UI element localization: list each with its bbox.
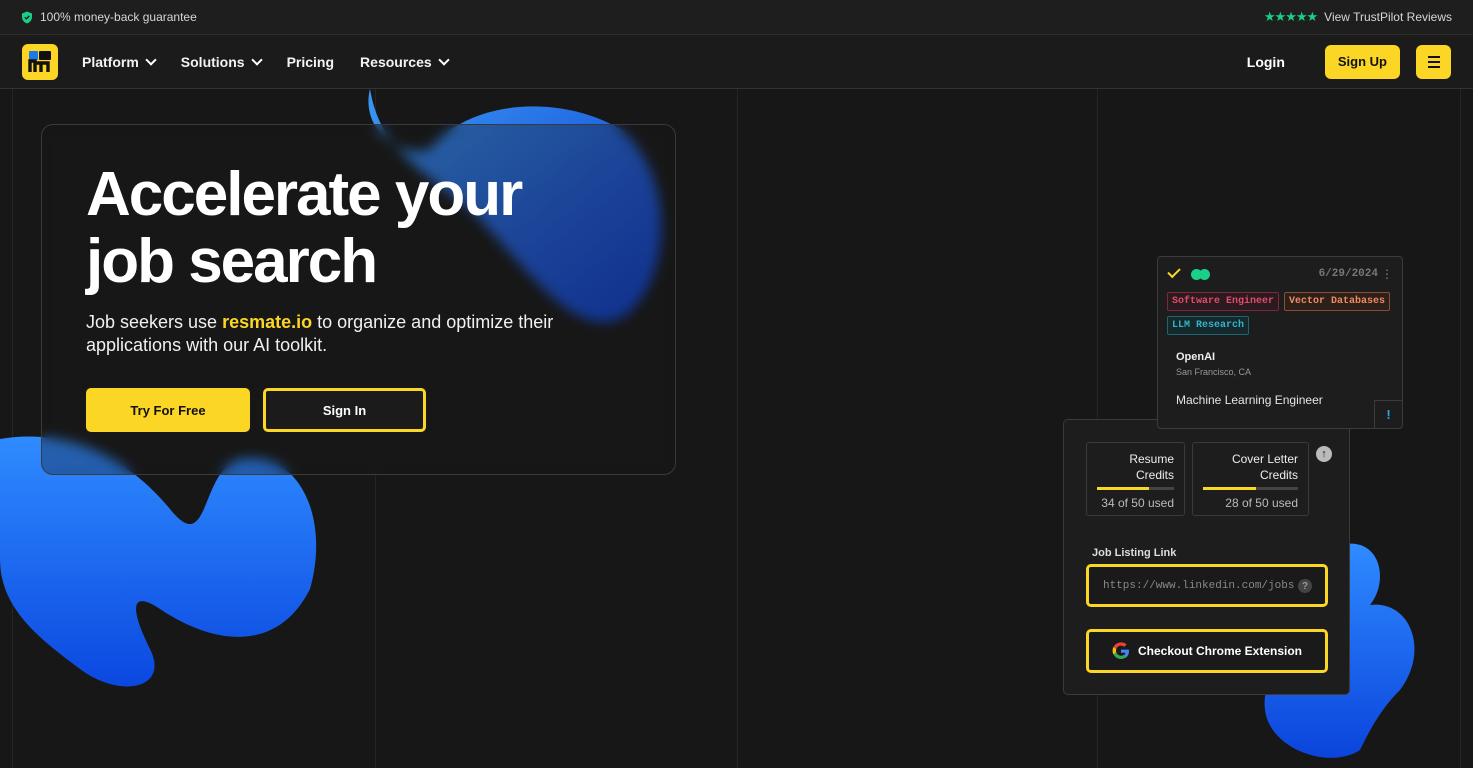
more-options-icon[interactable]: ⋮ (1381, 267, 1393, 281)
credit-label: Cover Letter (1231, 452, 1298, 466)
job-date: 6/29/2024 (1318, 268, 1378, 280)
hero-title: Accelerate your job search (86, 160, 523, 296)
nav-actions: Login Sign Up (1247, 44, 1451, 79)
nav-item-resources[interactable]: Resources (360, 53, 450, 70)
job-role: Machine Learning Engineer (1176, 393, 1323, 407)
resmate-logo[interactable] (22, 43, 58, 80)
chrome-extension-button[interactable]: Checkout Chrome Extension (1086, 629, 1328, 673)
nav-item-label: Platform (82, 53, 139, 70)
job-card[interactable]: 6/29/2024 ⋮ Software Engineer Vector Dat… (1157, 256, 1403, 429)
progress-bar (1203, 487, 1298, 490)
guarantee: 100% money-back guarantee (21, 10, 197, 24)
cover-letter-credits: Cover Letter Credits 28 of 50 used (1192, 442, 1309, 516)
tag: Software Engineer (1167, 292, 1280, 311)
chevron-down-icon (250, 53, 263, 66)
credit-usage: 34 of 50 used (1101, 496, 1174, 510)
shield-icon (22, 11, 32, 23)
subtitle-text: Job seekers use (86, 312, 223, 332)
job-link-field[interactable]: ? (1086, 564, 1328, 607)
alert-icon[interactable]: ! (1374, 400, 1402, 428)
tag: Vector Databases (1284, 292, 1391, 311)
announcement-bar: 100% money-back guarantee ★★★★★ View Tru… (0, 0, 1473, 35)
nav-item-label: Solutions (180, 53, 245, 70)
hero-title-line-2: job search (86, 227, 378, 296)
logo-mark-icon (28, 50, 51, 72)
reviews-link[interactable]: View TrustPilot Reviews (1324, 10, 1452, 24)
tag: LLM Research (1167, 316, 1250, 335)
help-icon[interactable]: ? (1298, 579, 1312, 593)
extension-panel: Resume Credits 34 of 50 used Cover Lette… (1063, 419, 1350, 695)
nav-item-label: Resources (360, 53, 432, 70)
main-nav: Platform Solutions Pricing Resources Log… (0, 35, 1473, 89)
hero-subtitle: Job seekers use resmate.io to organize a… (86, 311, 566, 357)
trustpilot-reviews[interactable]: ★★★★★ View TrustPilot Reviews (1264, 9, 1452, 25)
nav-item-solutions[interactable]: Solutions (180, 53, 263, 70)
nav-item-label: Pricing (286, 53, 335, 70)
rating-stars-icon: ★★★★★ (1263, 9, 1318, 24)
nav-item-platform[interactable]: Platform (82, 53, 157, 70)
signup-button[interactable]: Sign Up (1324, 44, 1400, 79)
credit-usage: 28 of 50 used (1225, 496, 1298, 510)
job-link-input[interactable] (1103, 579, 1295, 592)
hero-title-line-1: Accelerate your (86, 160, 523, 229)
job-link-label: Job Listing Link (1092, 547, 1177, 559)
google-icon (1112, 642, 1129, 659)
credit-label: Credits (1259, 468, 1298, 482)
grid-line (737, 89, 738, 768)
sign-in-button[interactable]: Sign In (263, 388, 426, 432)
try-for-free-button[interactable]: Try For Free (86, 388, 250, 432)
nav-menu: Platform Solutions Pricing Resources (82, 53, 450, 70)
company-name: OpenAI (1176, 351, 1216, 363)
arrow-up-icon[interactable]: ↑ (1316, 446, 1332, 462)
chevron-down-icon (437, 53, 450, 66)
chevron-down-icon (145, 53, 157, 66)
brand-name: resmate.io (222, 312, 313, 332)
chrome-button-label: Checkout Chrome Extension (1137, 644, 1303, 658)
progress-bar (1097, 487, 1174, 490)
guarantee-text: 100% money-back guarantee (40, 10, 197, 24)
credit-label: Resume (1129, 452, 1174, 466)
status-dots-icon (1191, 269, 1210, 280)
hamburger-menu-icon[interactable] (1416, 44, 1451, 79)
hero-card: Accelerate your job search Job seekers u… (41, 124, 676, 475)
job-tags: Software Engineer Vector Databases LLM R… (1167, 292, 1397, 335)
resume-credits: Resume Credits 34 of 50 used (1086, 442, 1185, 516)
nav-item-pricing[interactable]: Pricing (287, 54, 334, 70)
job-location: San Francisco, CA (1176, 367, 1252, 377)
credit-label: Credits (1135, 468, 1174, 482)
check-icon (1167, 264, 1181, 279)
login-link[interactable]: Login (1247, 54, 1285, 70)
